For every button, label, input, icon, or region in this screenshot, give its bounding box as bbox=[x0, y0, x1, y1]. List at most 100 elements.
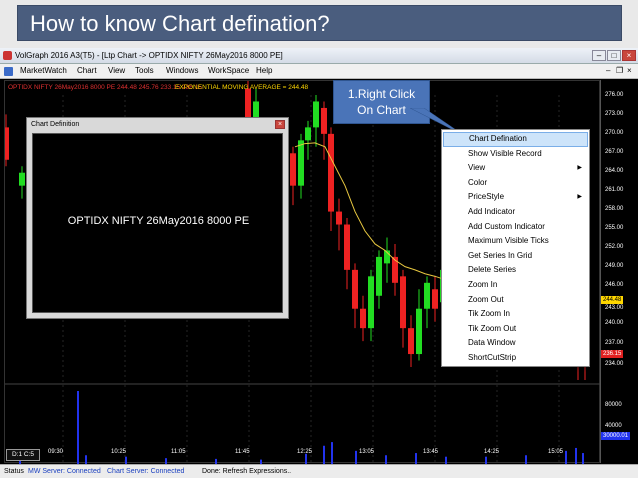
context-menu-item-show-visible-record[interactable]: Show Visible Record bbox=[443, 147, 588, 162]
chart-definition-close-button[interactable]: × bbox=[275, 120, 285, 129]
time-tick: 15:05 bbox=[548, 449, 564, 455]
close-button[interactable]: × bbox=[622, 50, 636, 61]
price-tick: 240.00 bbox=[605, 320, 624, 326]
context-menu-item-pricestyle[interactable]: PriceStyle ▶ bbox=[443, 190, 588, 205]
context-menu-label: Maximum Visible Ticks bbox=[468, 236, 549, 246]
context-menu-label: Add Custom Indicator bbox=[468, 221, 545, 231]
candle bbox=[368, 276, 374, 329]
chart-definition-body: OPTIDX NIFTY 26May2016 8000 PE bbox=[32, 133, 283, 313]
context-menu-label: Data Window bbox=[468, 338, 516, 348]
candle bbox=[432, 289, 438, 309]
status-label: Status bbox=[4, 468, 24, 475]
context-menu-label: PriceStyle bbox=[468, 192, 505, 202]
context-menu-label: Zoom Out bbox=[468, 294, 504, 304]
slide-header: How to know Chart defination? bbox=[0, 0, 638, 48]
chart-definition-window[interactable]: Chart Definition × OPTIDX NIFTY 26May201… bbox=[26, 117, 289, 319]
price-axis: 276.00 273.00 270.00 267.00 264.00 261.0… bbox=[600, 80, 638, 463]
price-tick: 267.00 bbox=[605, 149, 624, 155]
context-menu-item-add-custom-indicator[interactable]: Add Custom Indicator bbox=[443, 220, 588, 235]
menu-workspace[interactable]: WorkSpace bbox=[208, 64, 249, 78]
minimize-button[interactable]: – bbox=[592, 50, 606, 61]
mw-server-status: MW Server: Connected bbox=[28, 468, 101, 475]
context-menu-item-delete-series[interactable]: Delete Series bbox=[443, 263, 588, 278]
context-menu-item-zoom-out[interactable]: Zoom Out bbox=[443, 293, 588, 308]
context-menu-label: Zoom In bbox=[468, 280, 498, 289]
time-tick: 11:05 bbox=[171, 449, 186, 455]
series-info: OPTIDX NIFTY 26May2016 8000 PE 244.48 24… bbox=[8, 84, 202, 91]
last-price-tag: 236.15 bbox=[601, 350, 624, 358]
context-menu-label: Get Series In Grid bbox=[468, 250, 533, 260]
context-menu-label: Color bbox=[468, 177, 488, 187]
chart-context-menu: Chart Defination Show Visible Record View ▶… bbox=[441, 129, 590, 367]
time-axis: 09:30 10:25 11:05 11:45 12:25 13:05 13:4… bbox=[4, 448, 600, 461]
candle bbox=[424, 282, 430, 309]
candle bbox=[392, 256, 398, 283]
context-menu-item-zoom-in[interactable]: Zoom In bbox=[443, 278, 588, 293]
series-count-badge: D:1 C:5 bbox=[6, 449, 40, 461]
price-tick: 243.00 bbox=[605, 305, 624, 311]
ema-indicator-label: EXPONENTIAL MOVING AVERAGE = 244.48 bbox=[175, 84, 309, 91]
chart-definition-title[interactable]: Chart Definition bbox=[27, 118, 288, 131]
volume-value-tag: 30000.01 bbox=[601, 432, 631, 440]
candle bbox=[360, 308, 366, 329]
mdi-minimize-button[interactable]: – bbox=[606, 65, 610, 77]
context-menu-label: View bbox=[468, 163, 486, 173]
menu-marketwatch[interactable]: MarketWatch bbox=[20, 64, 67, 78]
volume-tick: 40000 bbox=[605, 423, 622, 429]
context-menu-item-tik-zoom-out[interactable]: Tik Zoom Out bbox=[443, 322, 588, 337]
time-tick: 09:30 bbox=[48, 449, 64, 455]
menu-view[interactable]: View bbox=[108, 64, 125, 78]
menu-tools[interactable]: Tools bbox=[135, 64, 154, 78]
context-menu-item-chart-defination[interactable]: Chart Defination bbox=[443, 132, 588, 147]
price-tick: 276.00 bbox=[605, 92, 624, 98]
slide-title: How to know Chart defination? bbox=[17, 5, 622, 41]
context-menu-item-get-series-in-grid[interactable]: Get Series In Grid bbox=[443, 249, 588, 264]
window-titlebar[interactable]: VolGraph 2016 A3(T5) - [Ltp Chart -> OPT… bbox=[0, 48, 638, 64]
candle bbox=[352, 269, 358, 309]
price-tick: 255.00 bbox=[605, 225, 624, 231]
context-menu-item-add-indicator[interactable]: Add Indicator bbox=[443, 205, 588, 220]
candle bbox=[313, 101, 319, 128]
context-menu-item-color[interactable]: Color bbox=[443, 176, 588, 191]
candle bbox=[305, 127, 311, 141]
maximize-button[interactable]: □ bbox=[607, 50, 621, 61]
price-tick: 234.00 bbox=[605, 361, 624, 367]
context-menu-item-tik-zoom-in[interactable]: Tik Zoom In bbox=[443, 307, 588, 322]
time-tick: 13:45 bbox=[423, 449, 439, 455]
volume-tick: 80000 bbox=[605, 402, 622, 408]
context-menu-label: Delete Series bbox=[468, 265, 517, 275]
menu-chart[interactable]: Chart bbox=[77, 64, 97, 78]
price-tick: 261.00 bbox=[605, 187, 624, 193]
candle bbox=[400, 276, 406, 329]
context-menu-item-data-window[interactable]: Data Window bbox=[443, 336, 588, 351]
menu-windows[interactable]: Windows bbox=[166, 64, 198, 78]
context-menu-item-maximum-visible-ticks[interactable]: Maximum Visible Ticks bbox=[443, 234, 588, 249]
candle bbox=[336, 211, 342, 225]
document-icon bbox=[4, 67, 13, 76]
ema-line bbox=[294, 142, 446, 281]
mdi-restore-button[interactable]: ❐ bbox=[616, 65, 623, 77]
candle bbox=[19, 172, 25, 186]
price-tick: 246.00 bbox=[605, 282, 624, 288]
app-icon bbox=[3, 51, 12, 60]
context-menu-label: Show Visible Record bbox=[468, 148, 542, 158]
context-menu-item-view[interactable]: View ▶ bbox=[443, 161, 588, 176]
candle bbox=[290, 153, 296, 186]
price-tick: 249.00 bbox=[605, 263, 624, 269]
menu-bar: MarketWatch Chart View Tools Windows Wor… bbox=[0, 64, 638, 79]
candle bbox=[376, 256, 382, 296]
candle bbox=[408, 328, 414, 355]
menu-help[interactable]: Help bbox=[256, 64, 272, 78]
ema-value-tag: 244.48 bbox=[601, 296, 624, 304]
candle bbox=[321, 107, 327, 134]
candle bbox=[344, 224, 350, 270]
candle bbox=[416, 308, 422, 355]
mdi-close-button[interactable]: × bbox=[627, 65, 632, 77]
status-message: Done: Refresh Expressions.. bbox=[202, 468, 292, 475]
context-menu-label: Tik Zoom In bbox=[468, 309, 510, 319]
callout-line-1: 1.Right Click bbox=[347, 87, 416, 101]
context-menu-item-shortcutstrip[interactable]: ShortCutStrip bbox=[443, 351, 588, 366]
candle bbox=[5, 127, 9, 160]
price-tick: 273.00 bbox=[605, 111, 624, 117]
candle bbox=[328, 133, 334, 212]
